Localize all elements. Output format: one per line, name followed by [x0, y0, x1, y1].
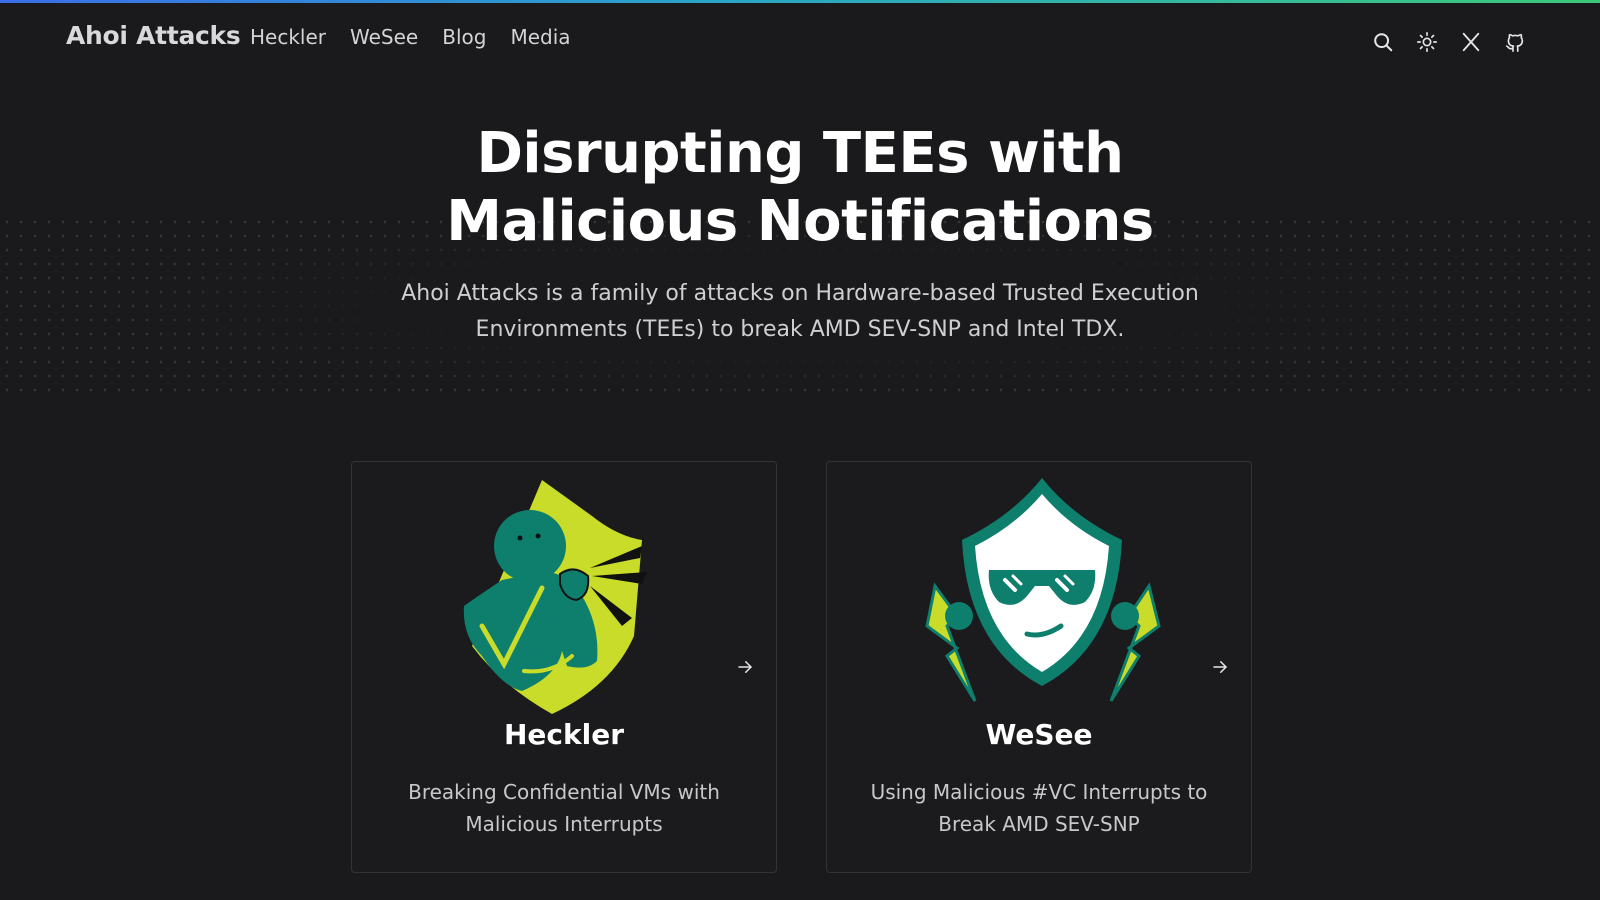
card-description: Breaking Confidential VMs with Malicious…	[408, 780, 720, 836]
nav-link-wesee[interactable]: WeSee	[350, 25, 418, 49]
arrow-right-icon	[736, 658, 754, 676]
search-icon[interactable]	[1370, 29, 1396, 55]
site-header: Ahoi Attacks Heckler WeSee Blog Media	[0, 3, 1600, 77]
nav-link-media[interactable]: Media	[510, 25, 570, 49]
nav-link-blog[interactable]: Blog	[442, 25, 486, 49]
github-icon[interactable]	[1502, 29, 1528, 55]
sun-icon[interactable]	[1414, 29, 1440, 55]
card-title: WeSee	[985, 718, 1093, 751]
hero-section: Disrupting TEEs with Malicious Notificat…	[0, 120, 1600, 348]
card-heckler[interactable]: Heckler Breaking Confidential VMs with M…	[351, 461, 777, 873]
header-actions	[1370, 29, 1528, 55]
arrow-right-icon	[1211, 658, 1229, 676]
heckler-mascot-illustration	[463, 480, 647, 714]
wesee-mascot-illustration	[925, 478, 1161, 702]
main-nav: Heckler WeSee Blog Media	[250, 25, 571, 49]
nav-link-heckler[interactable]: Heckler	[250, 25, 326, 49]
hero-subtitle: Ahoi Attacks is a family of attacks on H…	[401, 281, 1199, 342]
card-wesee[interactable]: WeSee Using Malicious #VC Interrupts to …	[826, 461, 1252, 873]
page-title: Disrupting TEEs with Malicious Notificat…	[446, 121, 1154, 254]
x-logo-icon[interactable]	[1458, 29, 1484, 55]
site-logo-text[interactable]: Ahoi Attacks	[66, 21, 241, 50]
card-title: Heckler	[503, 718, 625, 751]
card-description: Using Malicious #VC Interrupts to Break …	[870, 780, 1208, 836]
